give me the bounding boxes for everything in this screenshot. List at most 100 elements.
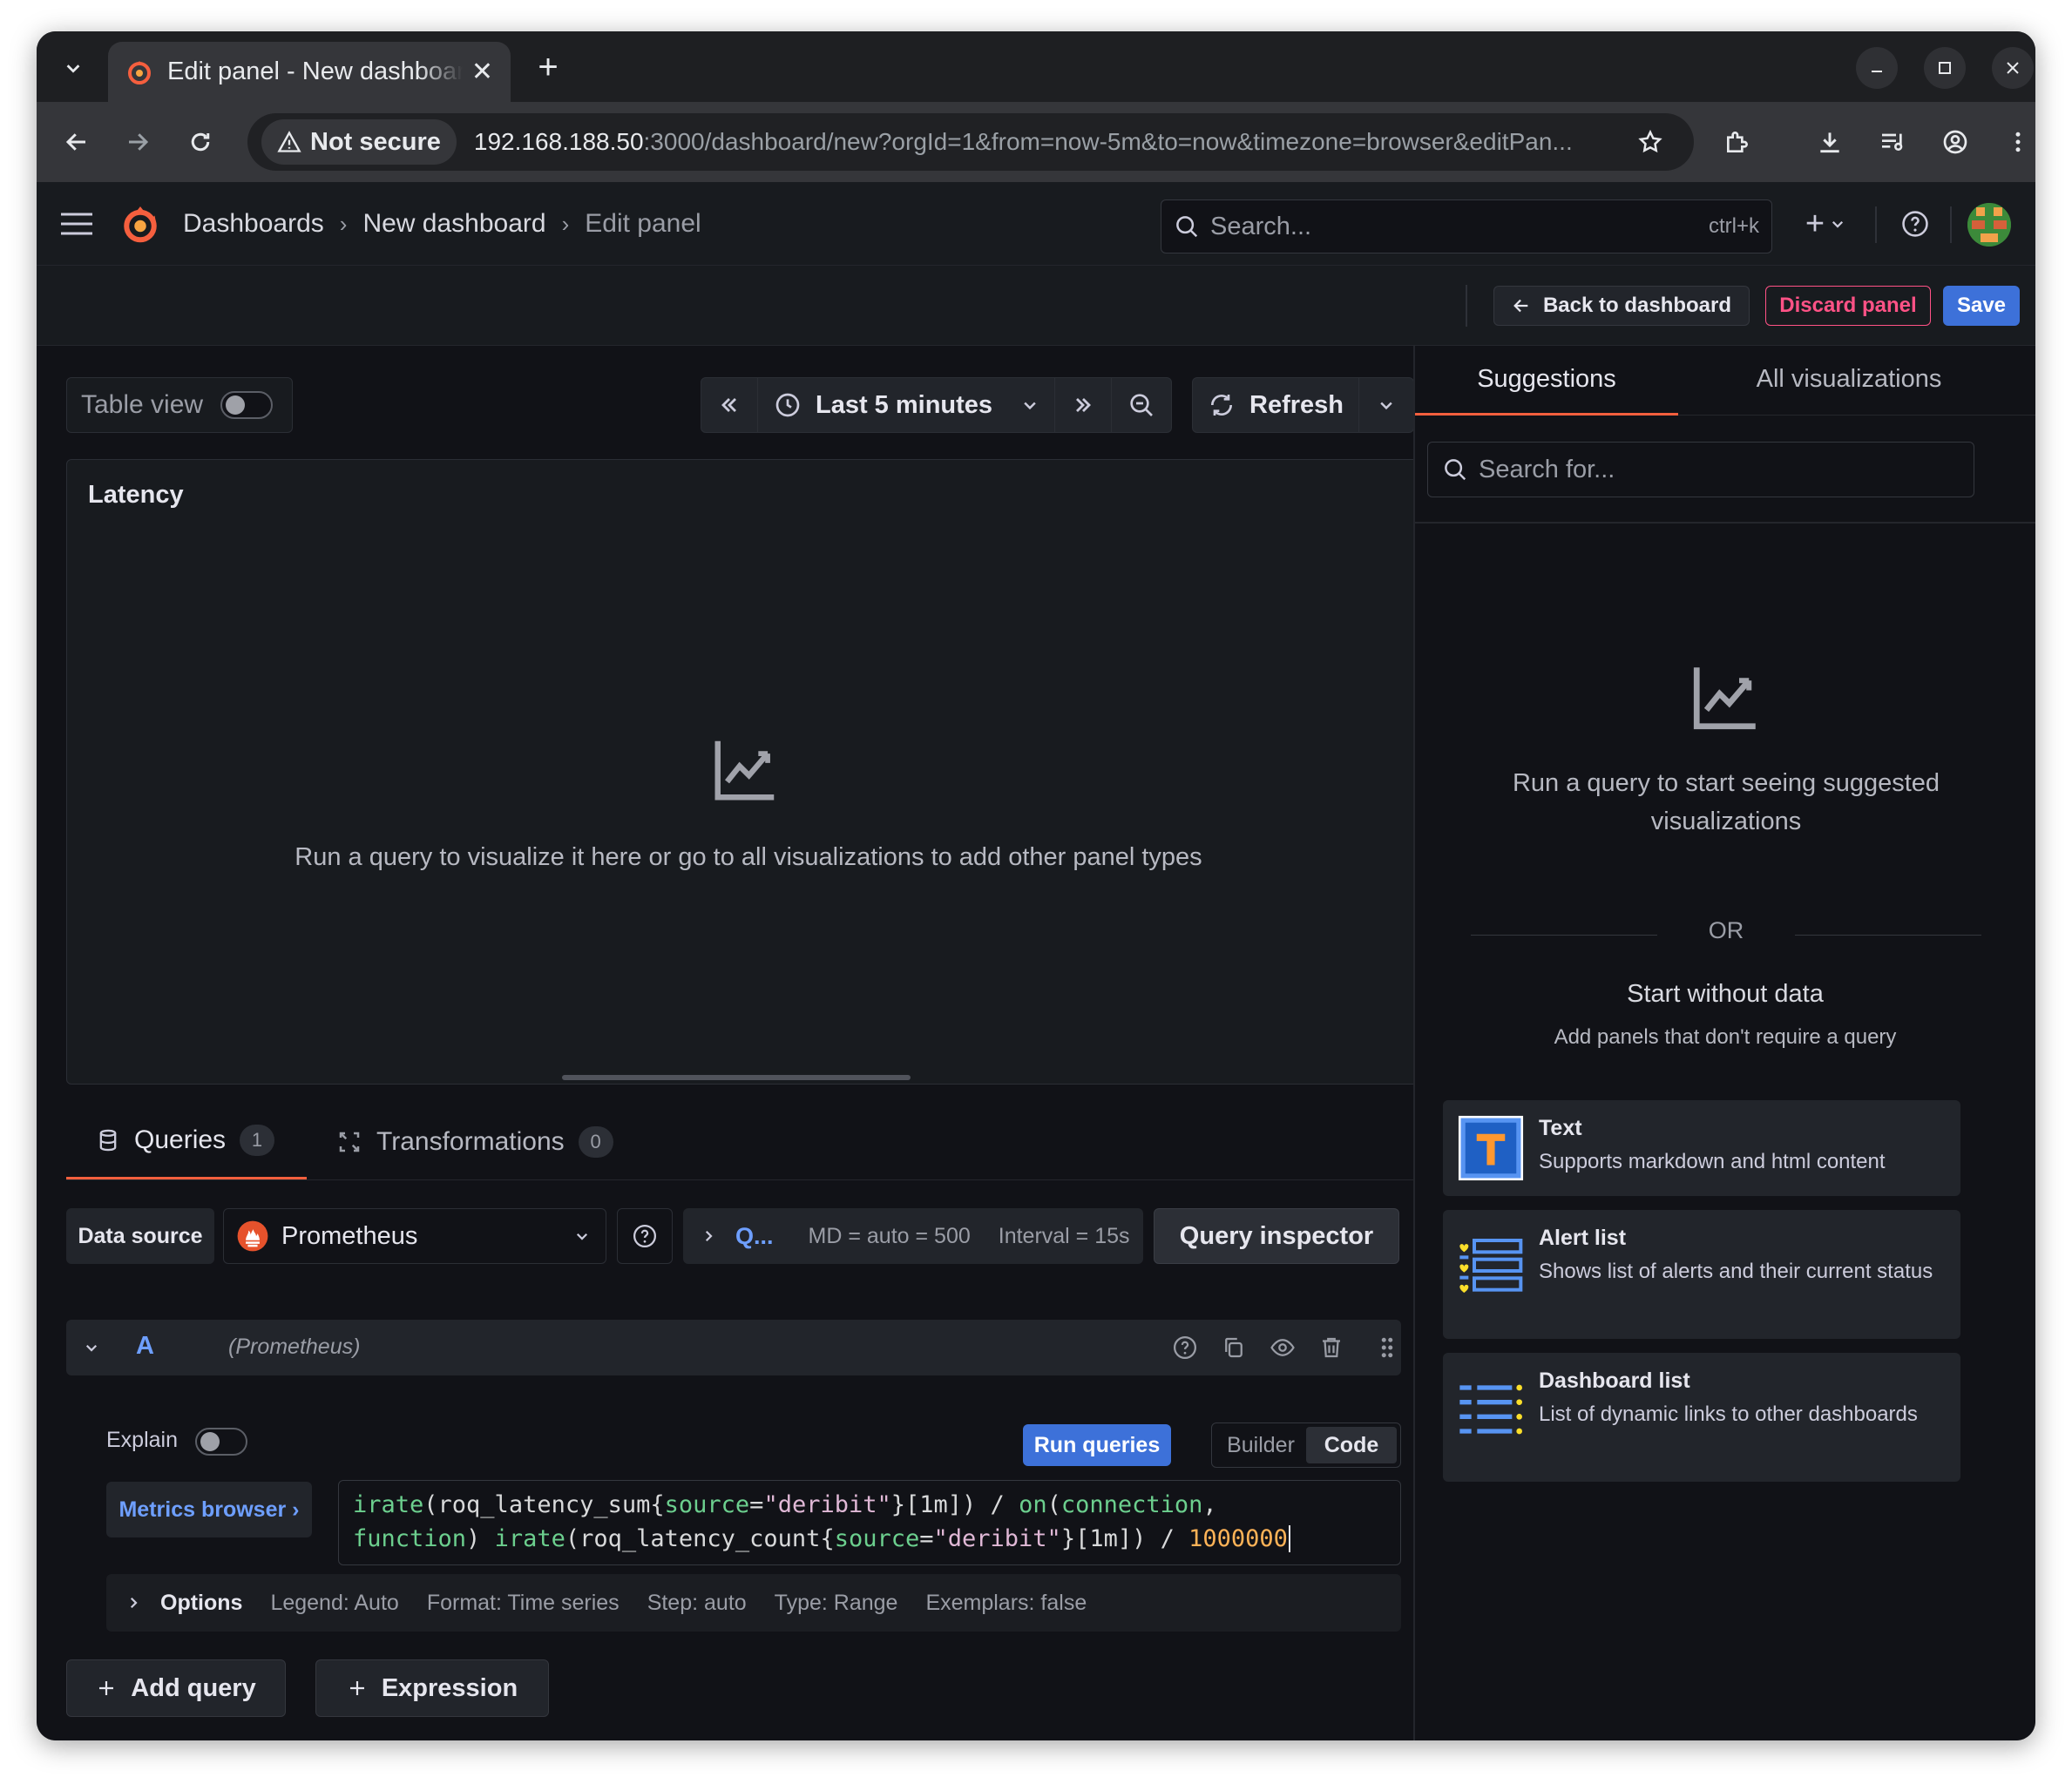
close-window-button[interactable]	[1992, 47, 2034, 89]
global-search-input[interactable]: Search... ctrl+k	[1161, 199, 1772, 253]
data-source-help-button[interactable]	[617, 1208, 673, 1264]
chevrons-right-icon	[1076, 398, 1091, 412]
downloads-button[interactable]	[1805, 118, 1854, 166]
explain-toggle[interactable]	[195, 1428, 247, 1456]
option-exemplars: Exemplars: false	[925, 1590, 1087, 1615]
browser-window: Edit panel - New dashboard ✕ + Not secur…	[37, 31, 2035, 1740]
card-dashboard-list-title: Dashboard list	[1539, 1368, 1690, 1393]
query-inspector-button[interactable]: Query inspector	[1154, 1208, 1399, 1264]
back-to-dashboard-button[interactable]: Back to dashboard	[1493, 286, 1750, 326]
menu-toggle-button[interactable]	[59, 206, 94, 241]
zoom-out-icon	[1130, 394, 1153, 416]
breadcrumb-separator-icon: ›	[561, 210, 570, 237]
suggestion-card-text[interactable]: Text Supports markdown and html content	[1443, 1100, 1960, 1196]
reload-button[interactable]	[176, 118, 225, 166]
bookmark-star-button[interactable]	[1626, 118, 1675, 166]
zoom-out-time-button[interactable]	[1111, 377, 1172, 433]
clock-icon	[775, 393, 800, 417]
chevrons-left-icon	[721, 398, 736, 412]
nav-divider	[1875, 206, 1877, 243]
tab-queries-count: 1	[240, 1125, 275, 1156]
table-view-toggle[interactable]	[220, 391, 273, 419]
search-shortcut: ctrl+k	[1708, 214, 1759, 238]
tab-close-icon[interactable]: ✕	[471, 57, 493, 87]
tab-all-visualizations[interactable]: All visualizations	[1703, 346, 1995, 416]
breadcrumb-new-dashboard[interactable]: New dashboard	[362, 209, 545, 239]
interval-value: Interval = 15s	[998, 1223, 1130, 1248]
media-control-button[interactable]	[1868, 118, 1917, 166]
delete-query-button[interactable]	[1314, 1330, 1349, 1365]
hamburger-icon	[61, 213, 92, 235]
drag-query-handle[interactable]	[1370, 1330, 1405, 1365]
new-tab-button[interactable]: +	[526, 45, 570, 89]
panel-resize-handle[interactable]	[562, 1075, 911, 1080]
puzzle-icon	[1727, 132, 1748, 152]
forward-nav-button[interactable]	[113, 118, 162, 166]
start-without-data-title: Start without data	[1627, 980, 1824, 1008]
data-source-picker[interactable]: Prometheus	[223, 1208, 606, 1264]
user-avatar[interactable]	[1967, 203, 2011, 247]
refresh-button[interactable]: Refresh	[1192, 377, 1359, 433]
time-shift-back-button[interactable]	[701, 377, 758, 433]
query-help-button[interactable]	[1168, 1330, 1202, 1365]
panel-empty-message: Run a query to visualize it here or go t…	[295, 843, 1202, 871]
eye-icon	[1270, 1339, 1295, 1356]
new-dropdown-button[interactable]: +	[1795, 206, 1856, 242]
builder-mode-button[interactable]: Builder	[1215, 1433, 1306, 1458]
not-secure-label: Not secure	[310, 127, 441, 156]
refresh-interval-dropdown[interactable]	[1358, 377, 1414, 433]
promql-query-editor[interactable]: irate(roq_latency_sum{source="deribit"}[…	[338, 1480, 1401, 1565]
code-mode-button[interactable]: Code	[1306, 1427, 1397, 1463]
profile-button[interactable]	[1931, 118, 1980, 166]
metrics-browser-button[interactable]: Metrics browser ›	[106, 1482, 312, 1537]
query-options-summary[interactable]: Options Legend: Auto Format: Time series…	[106, 1574, 1401, 1632]
time-range-picker[interactable]: Last 5 minutes	[757, 377, 1055, 433]
chevron-down-icon	[66, 64, 80, 73]
address-bar[interactable]: Not secure 192.168.188.50:3000/dashboard…	[247, 113, 1694, 171]
duplicate-query-button[interactable]	[1216, 1330, 1251, 1365]
plus-icon	[99, 1681, 114, 1695]
minimize-button[interactable]	[1856, 47, 1898, 89]
breadcrumb-dashboards[interactable]: Dashboards	[183, 209, 324, 239]
tab-queries[interactable]: Queries 1	[66, 1104, 307, 1179]
tab-transformations[interactable]: Transformations 0	[336, 1104, 613, 1179]
visualization-search-input[interactable]: Search for...	[1427, 442, 1974, 497]
tab-transformations-label: Transformations	[376, 1126, 565, 1156]
add-expression-button[interactable]: Expression	[315, 1659, 549, 1717]
add-query-button[interactable]: Add query	[66, 1659, 286, 1717]
chevron-down-icon[interactable]	[84, 1340, 99, 1355]
tab-search-button[interactable]	[54, 49, 92, 87]
browser-menu-button[interactable]	[1994, 118, 2035, 166]
database-icon	[99, 1129, 117, 1152]
query-options-label: Q...	[735, 1222, 774, 1249]
tab-transformations-count: 0	[578, 1125, 613, 1158]
maximize-button[interactable]	[1924, 47, 1966, 89]
suggestion-card-dashboard-list[interactable]: Dashboard list List of dynamic links to …	[1443, 1353, 1960, 1482]
run-queries-button[interactable]: Run queries	[1023, 1424, 1171, 1466]
save-button[interactable]: Save	[1943, 286, 2020, 326]
alert-list-icon	[1459, 1239, 1523, 1293]
arrow-left-icon	[65, 133, 85, 151]
text-panel-icon	[1458, 1115, 1524, 1181]
back-nav-button[interactable]	[52, 118, 101, 166]
time-shift-forward-button[interactable]	[1054, 377, 1112, 433]
hide-query-button[interactable]	[1265, 1330, 1300, 1365]
query-ref-id[interactable]: A	[136, 1332, 154, 1361]
security-chip[interactable]: Not secure	[261, 119, 457, 165]
suggestion-card-alert-list[interactable]: Alert list Shows list of alerts and thei…	[1443, 1210, 1960, 1339]
minimize-icon	[1872, 71, 1882, 72]
time-range-label: Last 5 minutes	[816, 390, 993, 419]
browser-tab-active[interactable]: Edit panel - New dashboard ✕	[108, 42, 511, 102]
panel-title[interactable]: Latency	[88, 481, 184, 510]
chevron-down-icon	[576, 1233, 588, 1240]
option-step: Step: auto	[647, 1590, 747, 1615]
discard-panel-button[interactable]: Discard panel	[1765, 286, 1931, 326]
help-button[interactable]	[1898, 206, 1933, 241]
dashboard-list-icon	[1459, 1384, 1522, 1435]
grafana-home-logo[interactable]	[118, 203, 162, 247]
search-icon	[1176, 216, 1198, 238]
tab-suggestions[interactable]: Suggestions	[1415, 346, 1678, 416]
query-options-bar[interactable]: Q... MD = auto = 500 Interval = 15s	[683, 1208, 1143, 1264]
toolbar-divider	[1466, 285, 1467, 327]
extensions-button[interactable]	[1713, 118, 1762, 166]
